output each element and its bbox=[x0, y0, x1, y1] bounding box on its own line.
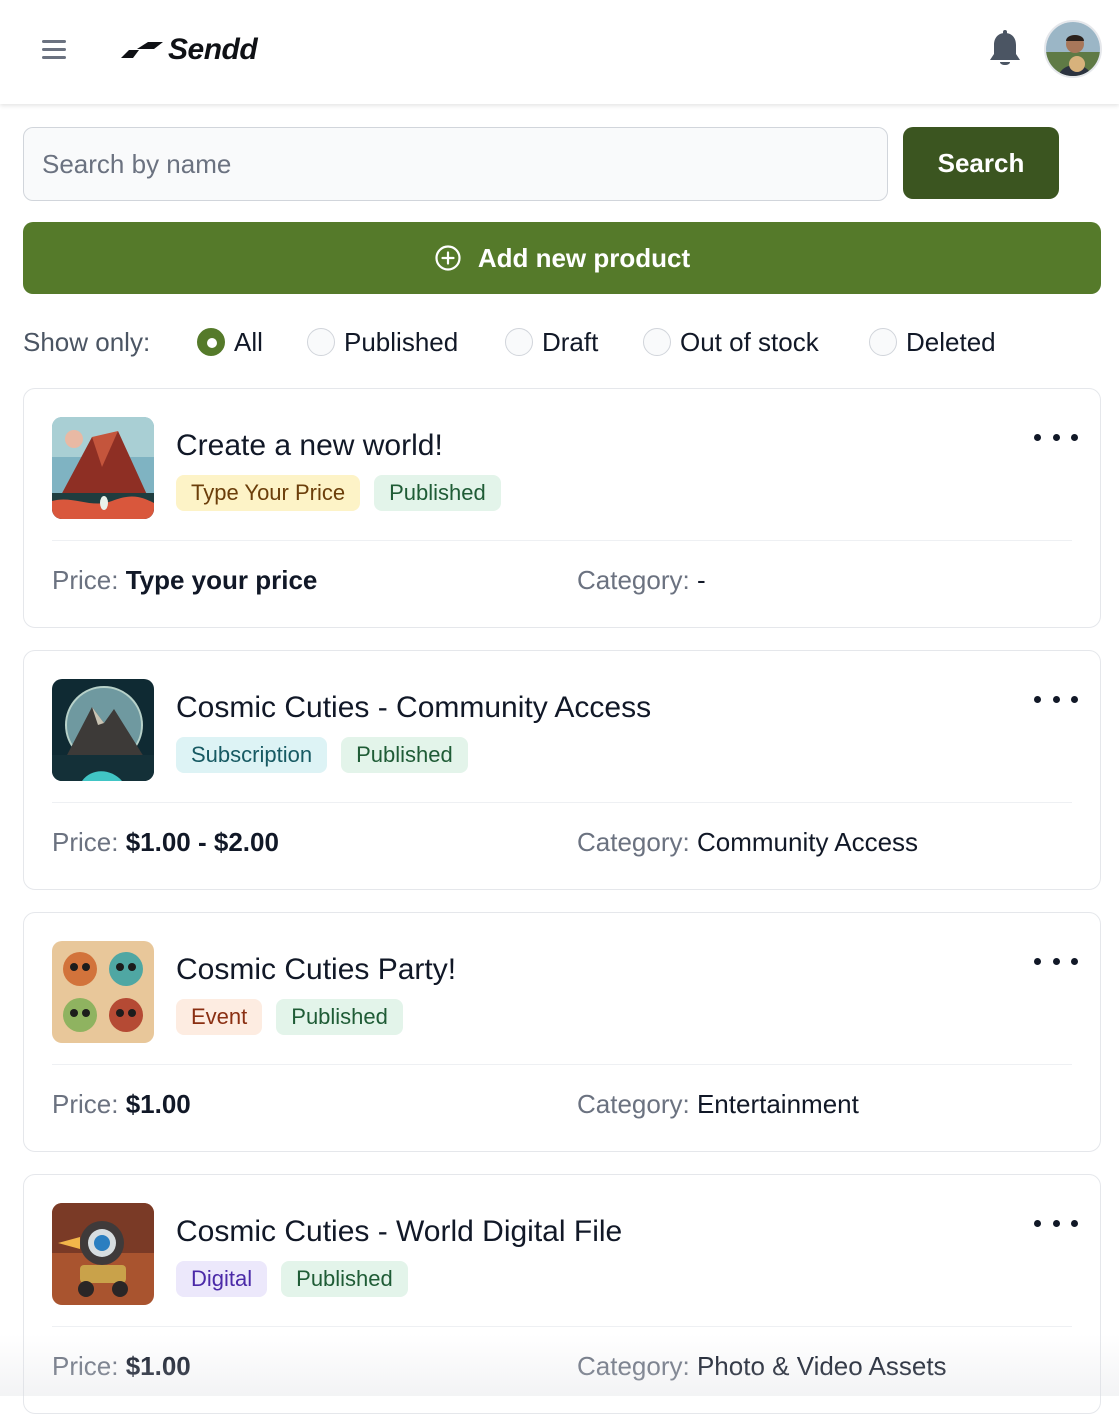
search-button[interactable]: Search bbox=[903, 127, 1059, 199]
category-value: Photo & Video Assets bbox=[696, 1351, 947, 1381]
filter-option-deleted[interactable]: Deleted bbox=[869, 322, 996, 362]
category-info: Category: Community Access bbox=[577, 827, 918, 858]
category-value: - bbox=[696, 565, 706, 595]
status-badge: Published bbox=[281, 1261, 408, 1297]
type-badge: Digital bbox=[176, 1261, 268, 1297]
radio-button[interactable] bbox=[643, 328, 671, 356]
bell-icon[interactable] bbox=[986, 30, 1024, 70]
status-badge: Published bbox=[341, 737, 468, 773]
product-list-page: Search Add new product Show only: All Pu… bbox=[0, 104, 1119, 1414]
radio-button[interactable] bbox=[197, 328, 225, 356]
product-card[interactable]: Create a new world! Type Your Price Publ… bbox=[23, 388, 1101, 628]
radio-button[interactable] bbox=[307, 328, 335, 356]
divider bbox=[52, 540, 1072, 541]
price-label: Price: bbox=[52, 1089, 119, 1119]
more-options-icon[interactable] bbox=[1034, 1215, 1078, 1231]
logo-mark-icon bbox=[121, 42, 163, 58]
filter-option-draft[interactable]: Draft bbox=[505, 322, 598, 362]
product-thumbnail bbox=[52, 941, 154, 1043]
badge-group: Subscription Published bbox=[176, 737, 482, 773]
category-value: Entertainment bbox=[696, 1089, 859, 1119]
filter-option-label: Out of stock bbox=[680, 326, 819, 357]
divider bbox=[52, 1064, 1072, 1065]
filter-option-all[interactable]: All bbox=[197, 322, 263, 362]
price-value: $1.00 bbox=[125, 1089, 191, 1119]
type-badge: Event bbox=[176, 999, 263, 1035]
type-badge: Subscription bbox=[176, 737, 328, 773]
status-badge: Published bbox=[374, 475, 501, 511]
product-title[interactable]: Cosmic Cuties - Community Access bbox=[176, 691, 651, 725]
filter-option-label: Published bbox=[344, 326, 459, 357]
price-label: Price: bbox=[52, 1351, 119, 1381]
category-info: Category: Entertainment bbox=[577, 1089, 859, 1120]
filter-option-label: All bbox=[234, 326, 263, 357]
product-thumbnail bbox=[52, 679, 154, 781]
status-badge: Published bbox=[276, 999, 403, 1035]
category-value: Community Access bbox=[696, 827, 919, 857]
category-label: Category: bbox=[577, 565, 690, 595]
search-input[interactable] bbox=[23, 127, 888, 201]
type-badge: Type Your Price bbox=[176, 475, 361, 511]
product-title[interactable]: Cosmic Cuties Party! bbox=[176, 953, 456, 987]
price-value: $1.00 bbox=[125, 1351, 191, 1381]
price-label: Price: bbox=[52, 565, 119, 595]
badge-group: Event Published bbox=[176, 999, 417, 1035]
filter-option-label: Deleted bbox=[906, 326, 996, 357]
add-new-product-button[interactable]: Add new product bbox=[23, 222, 1101, 294]
price-value: Type your price bbox=[125, 565, 318, 595]
product-card[interactable]: Cosmic Cuties - Community Access Subscri… bbox=[23, 650, 1101, 890]
more-options-icon[interactable] bbox=[1034, 953, 1078, 969]
brand-name: Sendd bbox=[168, 33, 258, 66]
badge-group: Digital Published bbox=[176, 1261, 422, 1297]
product-thumbnail bbox=[52, 417, 154, 519]
category-label: Category: bbox=[577, 827, 690, 857]
brand-logo[interactable]: Sendd bbox=[118, 30, 258, 70]
top-bar: Sendd bbox=[0, 0, 1119, 104]
filter-option-published[interactable]: Published bbox=[307, 322, 458, 362]
hamburger-menu-icon[interactable] bbox=[40, 38, 68, 62]
product-title[interactable]: Cosmic Cuties - World Digital File bbox=[176, 1215, 622, 1249]
category-info: Category: Photo & Video Assets bbox=[577, 1351, 947, 1382]
add-new-product-label: Add new product bbox=[477, 242, 691, 273]
radio-button[interactable] bbox=[505, 328, 533, 356]
price-info: Price: $1.00 bbox=[52, 1351, 191, 1382]
price-info: Price: Type your price bbox=[52, 565, 317, 596]
more-options-icon[interactable] bbox=[1034, 691, 1078, 707]
user-avatar[interactable] bbox=[1044, 20, 1102, 78]
plus-circle-icon bbox=[435, 245, 461, 271]
filter-label: Show only: bbox=[23, 327, 151, 357]
product-card[interactable]: Cosmic Cuties Party! Event Published Pri… bbox=[23, 912, 1101, 1152]
product-card[interactable]: Cosmic Cuties - World Digital File Digit… bbox=[23, 1174, 1101, 1414]
filter-option-out-of-stock[interactable]: Out of stock bbox=[643, 322, 819, 362]
price-info: Price: $1.00 bbox=[52, 1089, 191, 1120]
product-thumbnail bbox=[52, 1203, 154, 1305]
category-info: Category: - bbox=[577, 565, 706, 596]
category-label: Category: bbox=[577, 1089, 690, 1119]
divider bbox=[52, 1326, 1072, 1327]
status-filter: Show only: All Published Draft Out of st… bbox=[23, 322, 1103, 362]
price-value: $1.00 - $2.00 bbox=[125, 827, 279, 857]
divider bbox=[52, 802, 1072, 803]
badge-group: Type Your Price Published bbox=[176, 475, 515, 511]
radio-button[interactable] bbox=[869, 328, 897, 356]
price-label: Price: bbox=[52, 827, 119, 857]
price-info: Price: $1.00 - $2.00 bbox=[52, 827, 279, 858]
more-options-icon[interactable] bbox=[1034, 429, 1078, 445]
category-label: Category: bbox=[577, 1351, 690, 1381]
product-title[interactable]: Create a new world! bbox=[176, 429, 443, 463]
filter-option-label: Draft bbox=[542, 326, 599, 357]
